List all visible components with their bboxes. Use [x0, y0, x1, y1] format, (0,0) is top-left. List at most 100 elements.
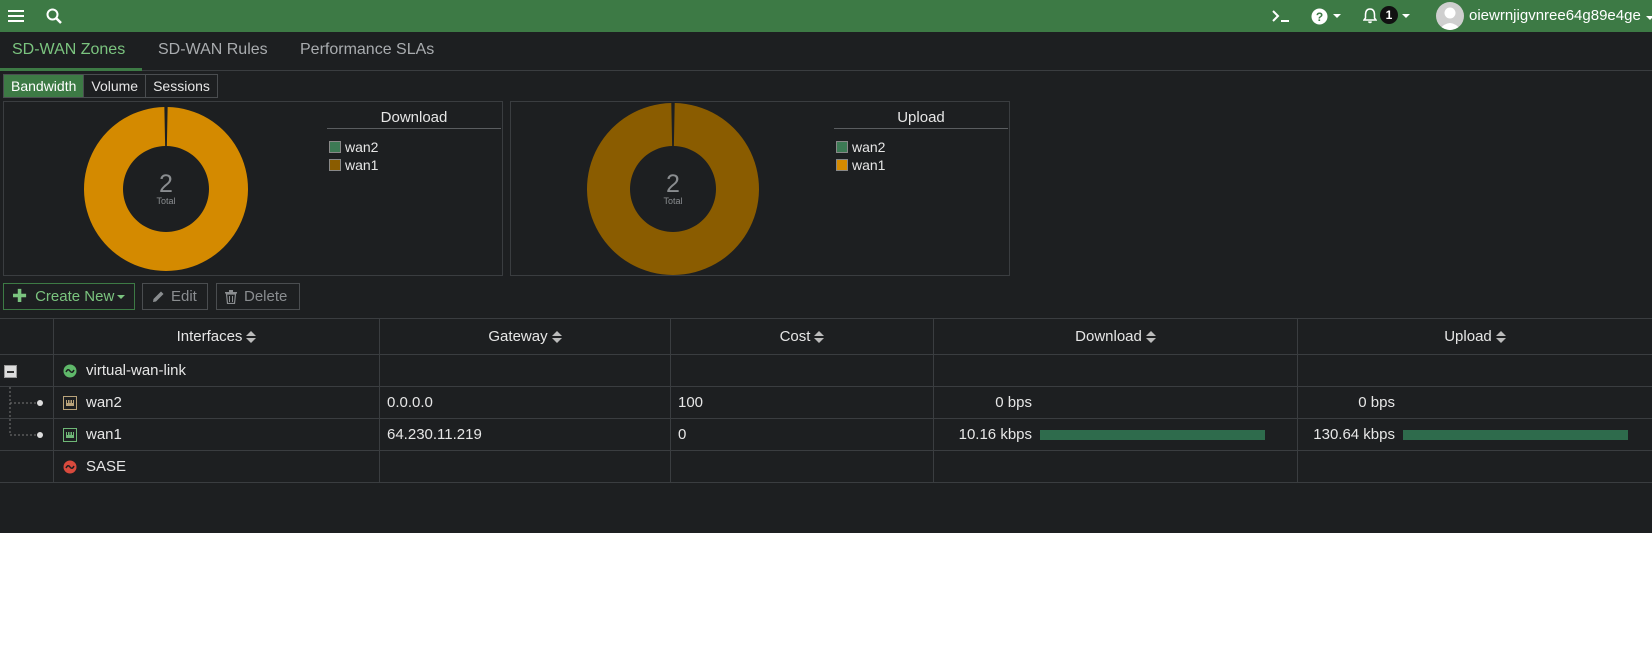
header-select [0, 319, 54, 354]
username-label: oiewrnjigvnree64g89e4ge [1469, 7, 1641, 24]
edit-label: Edit [171, 288, 197, 305]
username-menu[interactable]: oiewrnjigvnree64g89e4ge [1469, 0, 1652, 32]
header-label: Cost [779, 328, 811, 345]
legend-item-wan1[interactable]: wan1 [836, 157, 885, 173]
download-cell: 10.16 kbps [934, 419, 1298, 450]
donut-total-value: 2 [666, 170, 680, 198]
chevron-down-icon[interactable] [1400, 0, 1412, 32]
header-label: Gateway [488, 328, 548, 345]
search-icon[interactable] [44, 0, 64, 32]
legend-label: wan1 [345, 157, 379, 173]
header-upload[interactable]: Upload [1298, 319, 1652, 354]
gateway-cell: 0.0.0.0 [380, 387, 671, 418]
hamburger-menu-icon[interactable] [6, 0, 26, 32]
rate-value: 130.64 kbps [1313, 426, 1395, 443]
delete-button[interactable]: Delete [216, 283, 300, 310]
upload-cell: 130.64 kbps [1298, 419, 1652, 450]
table-row[interactable]: SASE [0, 451, 1652, 483]
upload-cell: 0 bps [1298, 387, 1652, 418]
toggle-sessions[interactable]: Sessions [146, 75, 217, 97]
top-bar: ? 1 oiewrnjigvnree64g89e4ge [0, 0, 1652, 32]
table-header: Interfaces Gateway Cost Download Upload [0, 318, 1652, 355]
legend-item-wan2[interactable]: wan2 [836, 139, 885, 155]
header-label: Download [1075, 328, 1142, 345]
legend-item-wan1[interactable]: wan1 [329, 157, 378, 173]
tab-performance-slas[interactable]: Performance SLAs [300, 32, 434, 71]
header-label: Interfaces [176, 328, 243, 345]
interface-name: SASE [86, 458, 127, 475]
port-icon [63, 395, 77, 410]
sort-icon [246, 330, 257, 343]
legend-label: wan2 [852, 139, 886, 155]
row-tree-cell [0, 355, 54, 386]
header-download[interactable]: Download [934, 319, 1298, 354]
interface-cell: virtual-wan-link [54, 355, 380, 386]
cost-cell: 100 [671, 387, 934, 418]
header-label: Upload [1444, 328, 1492, 345]
donut-total-label: Total [663, 196, 682, 206]
interface-name: wan1 [86, 426, 122, 443]
row-tree-cell [0, 451, 54, 482]
legend-title: Download [327, 107, 501, 129]
port-icon [63, 427, 77, 442]
create-new-label: Create New [35, 288, 115, 305]
download-cell [934, 355, 1298, 386]
help-menu[interactable]: ? [1310, 0, 1342, 32]
plus-icon: ✚ [12, 286, 28, 306]
table-row[interactable]: virtual-wan-link [0, 355, 1652, 387]
interface-cell: wan2 [54, 387, 380, 418]
interface-name: virtual-wan-link [86, 362, 187, 379]
download-chart-panel: 2 Total Download wan2 wan1 [3, 101, 503, 276]
delete-label: Delete [244, 288, 288, 305]
header-interfaces[interactable]: Interfaces [54, 319, 380, 354]
terminal-icon[interactable] [1270, 0, 1292, 32]
rate-value: 10.16 kbps [958, 426, 1032, 443]
table-row[interactable]: wan1 64.230.11.219 0 10.16 kbps 130.64 k… [0, 419, 1652, 451]
rate-value: 0 bps [1358, 394, 1395, 411]
sort-icon [814, 330, 825, 343]
legend-item-wan2[interactable]: wan2 [329, 139, 378, 155]
header-cost[interactable]: Cost [671, 319, 934, 354]
create-new-button[interactable]: ✚ Create New [3, 283, 135, 310]
toggle-bandwidth[interactable]: Bandwidth [4, 75, 85, 97]
sase-zone-icon [63, 460, 77, 474]
cost-cell [671, 355, 934, 386]
trash-icon [225, 289, 237, 304]
donut-total-value: 2 [159, 170, 173, 198]
rate-value: 0 bps [995, 394, 1032, 411]
chevron-down-icon [1333, 14, 1341, 18]
download-cell [934, 451, 1298, 482]
collapse-icon[interactable] [4, 365, 17, 378]
svg-text:?: ? [1316, 10, 1323, 24]
pencil-icon [151, 290, 165, 304]
interface-name: wan2 [86, 394, 122, 411]
chevron-down-icon [1645, 16, 1652, 20]
cost-cell: 0 [671, 419, 934, 450]
tab-sd-wan-rules[interactable]: SD-WAN Rules [158, 32, 268, 71]
edit-button[interactable]: Edit [142, 283, 208, 310]
legend-label: wan1 [852, 157, 886, 173]
download-cell: 0 bps [934, 387, 1298, 418]
tab-bar: SD-WAN Zones SD-WAN Rules Performance SL… [0, 32, 1652, 71]
notification-badge[interactable]: 1 [1380, 6, 1398, 24]
legend-swatch [836, 141, 848, 153]
download-bar [1040, 429, 1265, 440]
legend-swatch [329, 159, 341, 171]
bell-icon[interactable] [1362, 0, 1378, 32]
upload-cell [1298, 451, 1652, 482]
tree-connector-icon [9, 387, 43, 418]
donut-total-label: Total [156, 196, 175, 206]
table-row[interactable]: wan2 0.0.0.0 100 0 bps 0 bps [0, 387, 1652, 419]
legend-label: wan2 [345, 139, 379, 155]
help-circle-icon: ? [1311, 8, 1328, 25]
legend-swatch [836, 159, 848, 171]
toggle-volume[interactable]: Volume [84, 75, 147, 97]
tab-sd-wan-zones[interactable]: SD-WAN Zones [0, 32, 142, 71]
sort-icon [1145, 330, 1156, 343]
sort-icon [1495, 330, 1506, 343]
gateway-cell [380, 355, 671, 386]
tree-connector-icon [9, 419, 43, 438]
avatar[interactable] [1436, 2, 1464, 30]
interface-cell: SASE [54, 451, 380, 482]
header-gateway[interactable]: Gateway [380, 319, 671, 354]
